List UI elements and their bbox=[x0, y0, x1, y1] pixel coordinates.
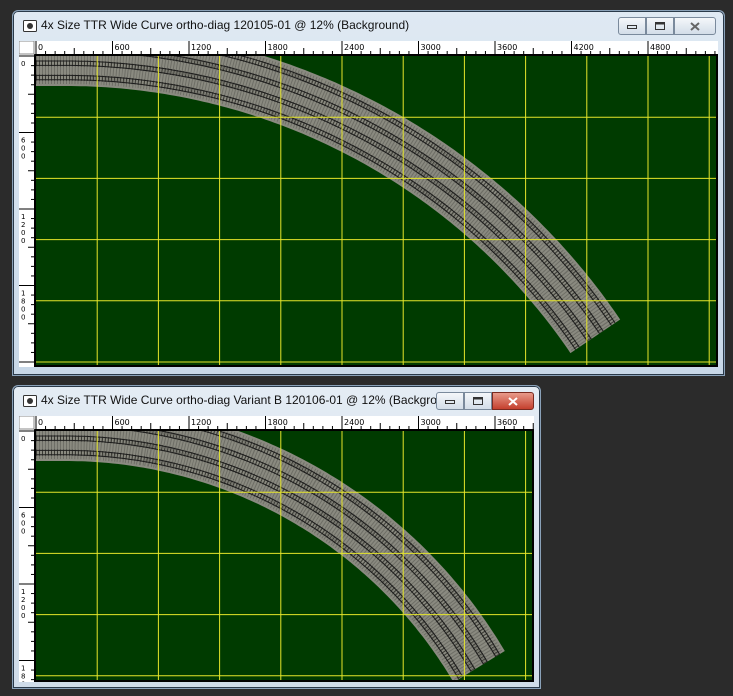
ruler-label: 0 bbox=[21, 681, 25, 683]
ruler-label: 2 bbox=[21, 596, 25, 604]
ruler-label: 0 bbox=[21, 153, 25, 161]
ruler-label: 2 bbox=[21, 221, 25, 229]
maximize-button[interactable] bbox=[464, 392, 492, 410]
ruler-label: 1 bbox=[21, 665, 25, 673]
ruler-label: 2400 bbox=[344, 43, 364, 52]
ruler-label: 0 bbox=[38, 418, 43, 427]
ruler-label: 4200 bbox=[574, 43, 594, 52]
ruler-label: 0 bbox=[21, 306, 25, 314]
ruler-label: 6 bbox=[21, 512, 26, 520]
ruler-label: 1800 bbox=[268, 418, 288, 427]
ruler-label: 1200 bbox=[191, 43, 211, 52]
ruler-label: 4800 bbox=[650, 43, 670, 52]
minimize-icon bbox=[445, 400, 455, 404]
ruler-label: 3000 bbox=[421, 43, 441, 52]
ruler-label: 8 bbox=[21, 298, 25, 306]
maximize-icon bbox=[655, 22, 665, 30]
window-title: 4x Size TTR Wide Curve ortho-diag Varian… bbox=[41, 393, 447, 407]
ruler-label: 0 bbox=[21, 528, 25, 536]
ruler-label: 600 bbox=[115, 43, 130, 52]
ruler-label: 2400 bbox=[344, 418, 364, 427]
ruler-label: 6 bbox=[21, 137, 26, 145]
ruler-label: 3600 bbox=[497, 43, 517, 52]
ruler-label: 8 bbox=[21, 673, 25, 681]
ruler-label: 0 bbox=[21, 229, 25, 237]
ruler-label: 1200 bbox=[191, 418, 211, 427]
window-title: 4x Size TTR Wide Curve ortho-diag 120105… bbox=[41, 18, 410, 32]
ruler-label: 0 bbox=[21, 604, 25, 612]
vertical-ruler[interactable] bbox=[19, 416, 34, 682]
ruler-label: 1 bbox=[21, 213, 25, 221]
document-canvas[interactable]: 0600120018002400300036004200480054000600… bbox=[19, 41, 718, 367]
close-icon bbox=[690, 21, 700, 31]
maximize-button[interactable] bbox=[646, 17, 674, 35]
app-document-icon bbox=[23, 20, 37, 32]
ruler-label: 2 bbox=[21, 366, 25, 367]
app-document-icon bbox=[23, 395, 37, 407]
ruler-label: 0 bbox=[21, 520, 25, 528]
ruler-label: 1800 bbox=[268, 43, 288, 52]
document-canvas[interactable]: 060012001800240030003600060012001800 bbox=[19, 416, 534, 682]
ruler-label: 3000 bbox=[421, 418, 441, 427]
image-frame: 060012001800240030003600060012001800 bbox=[19, 416, 534, 682]
ruler-label: 600 bbox=[115, 418, 130, 427]
ruler-label: 0 bbox=[21, 145, 25, 153]
title-bar[interactable]: 4x Size TTR Wide Curve ortho-diag 120105… bbox=[13, 11, 724, 41]
document-window-1[interactable]: 4x Size TTR Wide Curve ortho-diag 120105… bbox=[12, 10, 725, 376]
ruler-label: 0 bbox=[21, 60, 25, 68]
maximize-icon bbox=[473, 397, 483, 405]
title-bar[interactable]: 4x Size TTR Wide Curve ortho-diag Varian… bbox=[13, 386, 540, 416]
close-button[interactable] bbox=[674, 17, 716, 35]
ruler-label: 0 bbox=[38, 43, 43, 52]
ruler-origin[interactable] bbox=[19, 41, 35, 55]
minimize-button[interactable] bbox=[436, 392, 464, 410]
close-button[interactable] bbox=[492, 392, 534, 410]
image-frame: 0600120018002400300036004200480054000600… bbox=[19, 41, 718, 367]
ruler-label: 1 bbox=[21, 588, 25, 596]
ruler-label: 0 bbox=[21, 237, 25, 245]
close-icon bbox=[508, 396, 518, 406]
ruler-label: 3600 bbox=[497, 418, 517, 427]
minimize-button[interactable] bbox=[618, 17, 646, 35]
ruler-origin[interactable] bbox=[19, 416, 35, 430]
minimize-icon bbox=[627, 25, 637, 29]
ruler-label: 0 bbox=[21, 435, 25, 443]
document-window-2[interactable]: 4x Size TTR Wide Curve ortho-diag Varian… bbox=[12, 385, 541, 689]
ruler-label: 0 bbox=[21, 612, 25, 620]
ruler-label: 0 bbox=[21, 314, 25, 322]
ruler-label: 1 bbox=[21, 290, 25, 298]
